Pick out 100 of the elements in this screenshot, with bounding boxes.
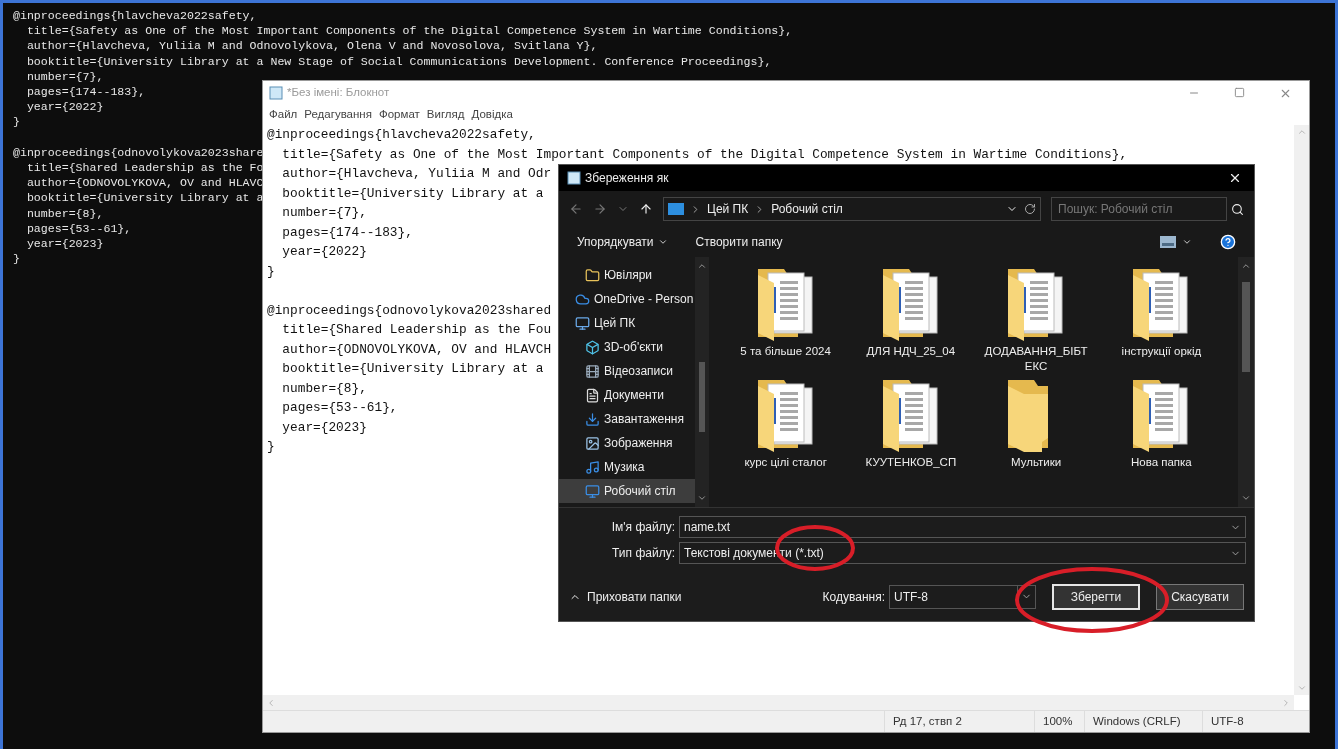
encoding-select[interactable]: UTF-8 bbox=[889, 584, 1036, 609]
console-line: pages={53--61}, bbox=[25, 220, 132, 237]
text-line: pages={174--183}, bbox=[281, 223, 413, 242]
nav-item[interactable]: 3D-об'єкти bbox=[559, 335, 695, 359]
help-icon[interactable] bbox=[1220, 234, 1236, 250]
status-text: Windows (CRLF) bbox=[1084, 711, 1202, 732]
folder-item[interactable]: Нова папка bbox=[1098, 378, 1224, 470]
view-icon[interactable] bbox=[1160, 236, 1176, 248]
notepad-icon bbox=[269, 86, 283, 100]
dialog-title: Збереження як bbox=[585, 170, 669, 187]
window-title: *Без імені: Блокнот bbox=[287, 85, 390, 101]
hide-folders-button[interactable]: Приховати папки bbox=[569, 587, 682, 606]
menu-item[interactable]: Вигляд bbox=[426, 106, 465, 124]
monitor-icon bbox=[668, 203, 684, 215]
forward-icon[interactable] bbox=[593, 202, 607, 216]
menu-item[interactable]: Довідка bbox=[471, 106, 513, 124]
scroll-down-icon[interactable] bbox=[697, 493, 707, 503]
toolbar-button[interactable]: Створити папку bbox=[695, 233, 783, 251]
nav-item[interactable]: Музика bbox=[559, 455, 695, 479]
nav-item[interactable]: Зображення bbox=[559, 431, 695, 455]
search-field[interactable]: Пошук: Робочий стіл bbox=[1051, 197, 1227, 221]
scroll-up-icon[interactable] bbox=[1241, 261, 1251, 271]
search-icon[interactable] bbox=[1231, 202, 1244, 216]
breadcrumb[interactable]: Цей ПК bbox=[707, 200, 749, 218]
text-line: number={7}, bbox=[281, 204, 367, 222]
folder-item[interactable]: 5 та більше 2024 bbox=[723, 267, 849, 374]
up-icon[interactable] bbox=[639, 202, 653, 216]
console-line: number={8}, bbox=[25, 205, 104, 221]
cloud-icon bbox=[575, 291, 590, 307]
folder-item[interactable]: ДОДАВАННЯ_БІБТЕКС bbox=[973, 267, 1099, 374]
text-line: year={2023} bbox=[281, 418, 367, 437]
folder-label: Мультики bbox=[1010, 455, 1063, 470]
menu-item[interactable]: Файл bbox=[269, 106, 298, 124]
nav-scrollbar[interactable] bbox=[695, 257, 709, 507]
scroll-up-icon[interactable] bbox=[697, 261, 707, 271]
files-scrollbar[interactable] bbox=[1238, 257, 1254, 507]
refresh-icon[interactable] bbox=[1024, 203, 1036, 215]
folder-icon bbox=[585, 267, 600, 283]
nav-item[interactable]: Робочий стіл bbox=[559, 479, 695, 503]
status-text: UTF-8 bbox=[1202, 711, 1294, 732]
folder-item[interactable]: інструкції оркід bbox=[1098, 267, 1224, 374]
breadcrumb[interactable]: Робочий стіл bbox=[771, 200, 843, 218]
text-line: } bbox=[267, 438, 275, 456]
nav-item[interactable]: Завантаження bbox=[559, 407, 695, 431]
console-line: year={2023} bbox=[25, 236, 104, 252]
text-line: number={8}, bbox=[281, 379, 367, 398]
folder-item[interactable]: КУУТЕНКОВ_СП bbox=[848, 378, 974, 470]
nav-item[interactable]: Відеозаписи bbox=[559, 359, 695, 383]
folder-label: ДОДАВАННЯ_БІБТЕКС bbox=[984, 344, 1089, 374]
toolbar-button[interactable]: Упорядкувати bbox=[577, 233, 668, 251]
menu-item[interactable]: Редагування bbox=[304, 106, 372, 124]
folder-item[interactable]: Мультики bbox=[973, 378, 1099, 470]
folder-item[interactable]: ДЛЯ НДЧ_25_04 bbox=[848, 267, 974, 374]
text-line: @inproceedings{odnovolykova2023shared bbox=[267, 301, 552, 320]
back-icon[interactable] bbox=[569, 202, 583, 216]
console-line: title={Safety as One of the Most Important Components of the Digital Competence System in Wartime Conditions}, bbox=[25, 23, 793, 39]
dialog-button[interactable]: Зберегти bbox=[1052, 583, 1140, 610]
music-note-icon bbox=[585, 459, 600, 475]
file-name-field[interactable]: name.txt bbox=[679, 516, 1246, 538]
nav-item[interactable]: Документи bbox=[559, 383, 695, 407]
console-line: number={7}, bbox=[25, 68, 104, 84]
text-line: title={Safety as One of the Most Important Components of the Digital Competence System in Wartime Conditions}, bbox=[281, 145, 1128, 164]
close-icon[interactable] bbox=[1228, 171, 1242, 185]
address-bar[interactable]: Цей ПК Робочий стіл bbox=[663, 197, 1041, 221]
monitor-icon bbox=[585, 483, 600, 499]
folder-label: ДЛЯ НДЧ_25_04 bbox=[865, 344, 957, 359]
maximize-icon[interactable] bbox=[1234, 86, 1245, 98]
folder-label: Нова папка bbox=[1129, 455, 1193, 470]
nav-item[interactable]: Ювіляри bbox=[559, 263, 695, 287]
cube-icon bbox=[585, 339, 600, 355]
image-icon bbox=[585, 435, 600, 451]
text-line: pages={53--61}, bbox=[281, 399, 398, 417]
text-line: @inproceedings{hlavcheva2022safety, bbox=[267, 126, 536, 144]
scrollbar-thumb[interactable] bbox=[699, 362, 705, 432]
field-label: Тип файлу: bbox=[611, 545, 676, 562]
console-line: pages={174--183}, bbox=[25, 84, 146, 100]
field-label: Ім'я файлу: bbox=[610, 519, 676, 536]
console-line: @inproceedings{hlavcheva2022safety, bbox=[13, 8, 257, 24]
text-line: year={2022} bbox=[281, 243, 367, 261]
nav-item[interactable]: OneDrive - Person bbox=[559, 287, 695, 311]
dialog-button[interactable]: Скасувати bbox=[1156, 583, 1244, 610]
monitor-icon bbox=[575, 315, 590, 331]
console-line: @inproceedings{odnovolykova2023share bbox=[13, 144, 264, 160]
text-line: title={Shared Leadership as the Fou bbox=[281, 321, 552, 339]
menu-item[interactable]: Формат bbox=[378, 106, 420, 124]
encoding-label: Кодування: bbox=[822, 588, 885, 606]
nav-item[interactable]: Цей ПК bbox=[559, 311, 695, 335]
scrollbar-thumb[interactable] bbox=[1242, 282, 1250, 372]
folder-label: інструкції оркід bbox=[1120, 344, 1203, 359]
text-line: booktitle={University Library at a bbox=[281, 360, 544, 378]
folder-item[interactable]: курс цілі сталог bbox=[723, 378, 849, 470]
film-icon bbox=[585, 363, 600, 379]
folder-label: курс цілі сталог bbox=[743, 455, 828, 470]
scroll-down-icon[interactable] bbox=[1241, 493, 1251, 503]
text-line: author={ODNOVOLYKOVA, OV and HLAVCH bbox=[281, 340, 552, 359]
caret-icon[interactable] bbox=[1182, 237, 1192, 247]
console-line: author={ODNOVOLYKOVA, OV and HLAVC bbox=[25, 175, 264, 191]
text-line: } bbox=[267, 262, 275, 281]
text-line: author={Hlavcheva, Yuliia M and Odr bbox=[281, 165, 552, 183]
status-text: Рд 17, ствп 2 bbox=[884, 711, 1034, 732]
